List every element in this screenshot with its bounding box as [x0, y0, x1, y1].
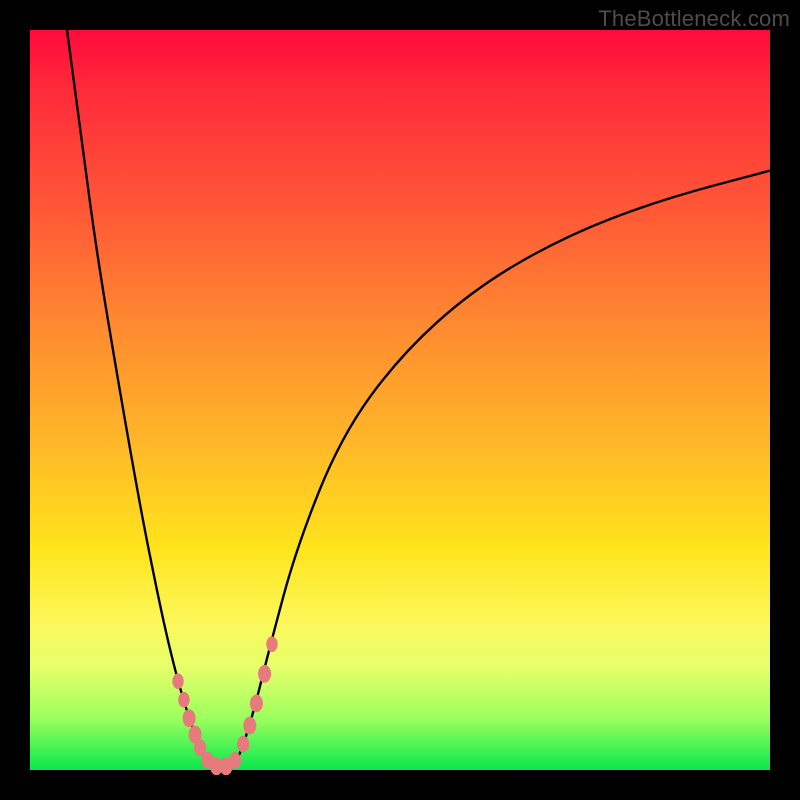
bead	[172, 673, 183, 689]
curve-beads	[172, 636, 277, 775]
bead	[243, 717, 256, 735]
chart-svg	[30, 30, 770, 770]
bead	[237, 736, 249, 753]
chart-plot-area	[30, 30, 770, 770]
bead	[183, 709, 196, 727]
bead	[250, 695, 263, 713]
chart-frame: TheBottleneck.com	[0, 0, 800, 800]
bead	[178, 692, 189, 708]
watermark-text: TheBottleneck.com	[598, 6, 790, 32]
bead	[266, 636, 277, 652]
bottleneck-curve	[67, 30, 770, 768]
bead	[229, 752, 241, 769]
bead	[258, 665, 271, 683]
